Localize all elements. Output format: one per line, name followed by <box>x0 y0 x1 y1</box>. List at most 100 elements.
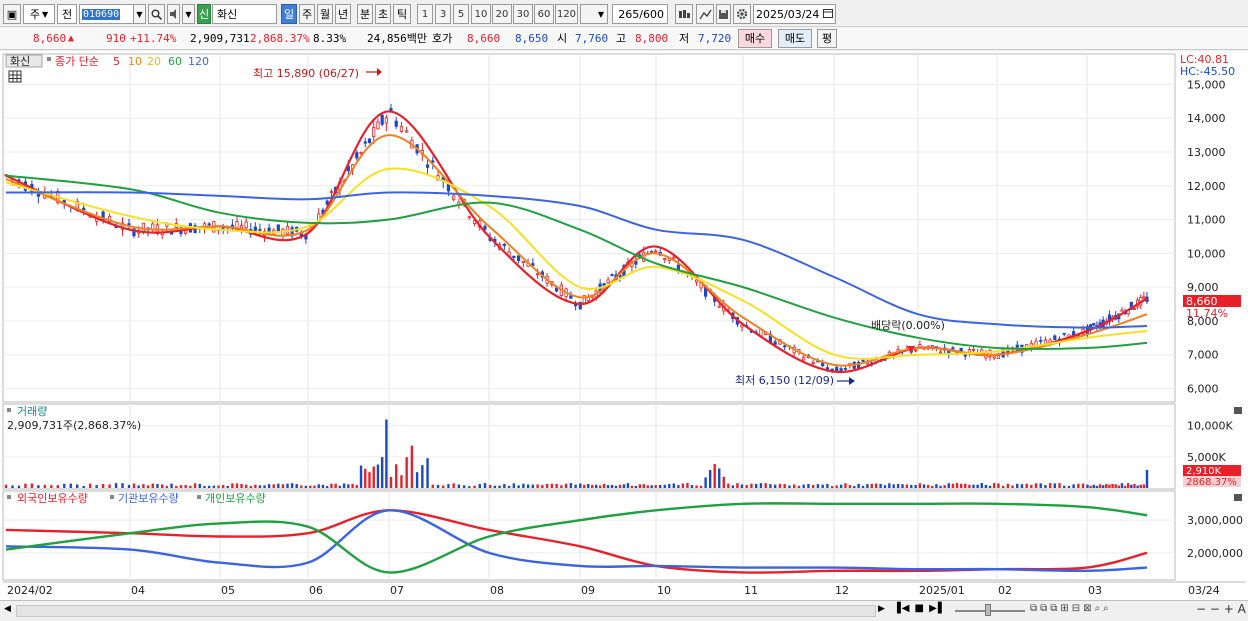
volume-bar <box>203 485 206 488</box>
zoom-buttons[interactable]: − − + A <box>1196 602 1246 618</box>
volume-bar <box>722 476 725 488</box>
chart-tool-icon[interactable] <box>675 4 693 24</box>
scroll-left-icon[interactable]: ◀ <box>4 604 14 617</box>
interval-5[interactable]: 5 <box>453 4 469 24</box>
sell-button[interactable]: 매도 <box>778 29 812 48</box>
volume-bar <box>385 419 388 488</box>
prev-button[interactable]: 전 <box>57 4 77 24</box>
volume-bar <box>313 485 316 488</box>
interval-30[interactable]: 30 <box>513 4 533 24</box>
chart-svg[interactable]: 15,000 14,000 13,000 12,000 11,000 10,000 9,00… <box>0 51 1248 600</box>
volume-bar <box>1016 483 1019 488</box>
period-select[interactable]: 주 ▼ <box>23 4 55 24</box>
x-tick-label: 11 <box>744 584 758 597</box>
candle <box>355 152 359 159</box>
candle <box>1039 340 1043 342</box>
volume-bar <box>727 483 730 488</box>
quote-bar: 8,660 ▲ 910 +11.74% 2,909,731 2,868.37% … <box>0 28 1248 50</box>
institution-holdings-legend: 기관보유수량 <box>118 492 179 505</box>
volume-bar <box>830 486 834 488</box>
tab-minute[interactable]: 분 <box>357 4 373 24</box>
interval-120[interactable]: 120 <box>555 4 578 24</box>
tab-month[interactable]: 월 <box>317 4 333 24</box>
stock-name-field[interactable]: 화신 <box>212 4 277 24</box>
tool-icons[interactable]: ⧉⧉⧉⊞⊟⊠⌕⌕ <box>1030 603 1190 618</box>
horizontal-scrollbar[interactable] <box>16 605 876 617</box>
interval-1[interactable]: 1 <box>417 4 433 24</box>
chart-area[interactable]: 15,000 14,000 13,000 12,000 11,000 10,000 9,00… <box>0 51 1248 621</box>
tab-tick[interactable]: 틱 <box>393 4 411 24</box>
tab-week[interactable]: 주 <box>299 4 315 24</box>
zoom-slider-handle[interactable] <box>985 604 991 616</box>
candle <box>967 349 971 353</box>
bar-count: 265 <box>618 7 640 21</box>
panel-close-icon[interactable] <box>1234 407 1242 414</box>
chevron-down-icon[interactable]: ▼ <box>133 4 146 24</box>
volume-bar <box>888 483 891 488</box>
volume-bar <box>468 486 471 488</box>
volume-bar <box>866 484 869 488</box>
buy-button[interactable]: 매수 <box>738 29 772 48</box>
speaker-icon[interactable] <box>167 4 180 24</box>
volume-bar <box>587 483 590 488</box>
high-annotation: 최고 15,890 (06/27) <box>253 67 359 80</box>
candle <box>1120 309 1124 312</box>
volume-bar <box>1044 485 1047 488</box>
volume-panel[interactable] <box>2 403 1176 490</box>
tab-day[interactable]: 일 <box>281 4 297 24</box>
candle <box>959 347 963 352</box>
volume-bar <box>478 484 481 488</box>
date-field[interactable]: 2025/03/24 <box>753 4 836 24</box>
search-icon[interactable] <box>148 4 165 24</box>
scroll-right-icon[interactable]: ▶ <box>878 604 888 617</box>
trend-tool-icon[interactable] <box>696 4 714 24</box>
candle <box>253 226 257 231</box>
volume-bar <box>718 468 721 488</box>
interval-3[interactable]: 3 <box>435 4 451 24</box>
interval-20[interactable]: 20 <box>492 4 512 24</box>
volume-bar <box>668 484 671 488</box>
volume-bar <box>569 483 573 488</box>
candle <box>329 191 334 193</box>
volume-bar <box>939 485 942 488</box>
tab-second[interactable]: 초 <box>375 4 391 24</box>
eval-button[interactable]: 평 <box>817 29 837 48</box>
volume-bar <box>522 483 525 488</box>
window-menu-icon[interactable]: ▣ <box>3 4 21 24</box>
x-tick-label: 02 <box>998 584 1012 597</box>
interval-dropdown[interactable]: ▼ <box>580 4 608 24</box>
volume-bar <box>281 484 285 488</box>
volume-bar <box>63 483 66 488</box>
volume-bar <box>1058 483 1061 488</box>
bar-count-field[interactable]: 265/600 <box>612 4 668 24</box>
candle <box>399 126 404 132</box>
tab-year[interactable]: 년 <box>335 4 351 24</box>
volume-bar <box>807 484 810 488</box>
volume-bar <box>773 484 777 488</box>
volume-bar <box>351 483 354 488</box>
panel-close-icon[interactable] <box>1234 494 1242 501</box>
volume-bar <box>642 484 645 488</box>
table-icon[interactable] <box>8 70 22 83</box>
candle <box>663 258 667 260</box>
calendar-icon[interactable] <box>823 8 834 21</box>
candle <box>384 117 388 124</box>
volume-bar <box>594 484 598 488</box>
candle <box>996 355 1001 359</box>
save-icon[interactable] <box>716 4 731 24</box>
volume-bar <box>212 485 216 488</box>
scroll-bar-area: ◀ ▶ ▐◀ ■ ▶▌ ⧉⧉⧉⊞⊟⊠⌕⌕ − − + A <box>0 600 1248 621</box>
interval-10[interactable]: 10 <box>471 4 491 24</box>
volume-bar <box>896 483 900 488</box>
volume-bar <box>483 483 487 488</box>
interval-60[interactable]: 60 <box>534 4 554 24</box>
candle <box>654 250 658 253</box>
candle <box>452 195 456 200</box>
chevron-down-icon[interactable]: ▼ <box>182 4 195 24</box>
volume-bar <box>436 485 440 488</box>
playback-controls[interactable]: ▐◀ ■ ▶▌ <box>893 603 953 618</box>
gear-icon[interactable] <box>733 4 751 24</box>
volume-bar <box>488 484 492 488</box>
volume-bar <box>550 483 554 488</box>
volume-bar <box>132 483 136 488</box>
